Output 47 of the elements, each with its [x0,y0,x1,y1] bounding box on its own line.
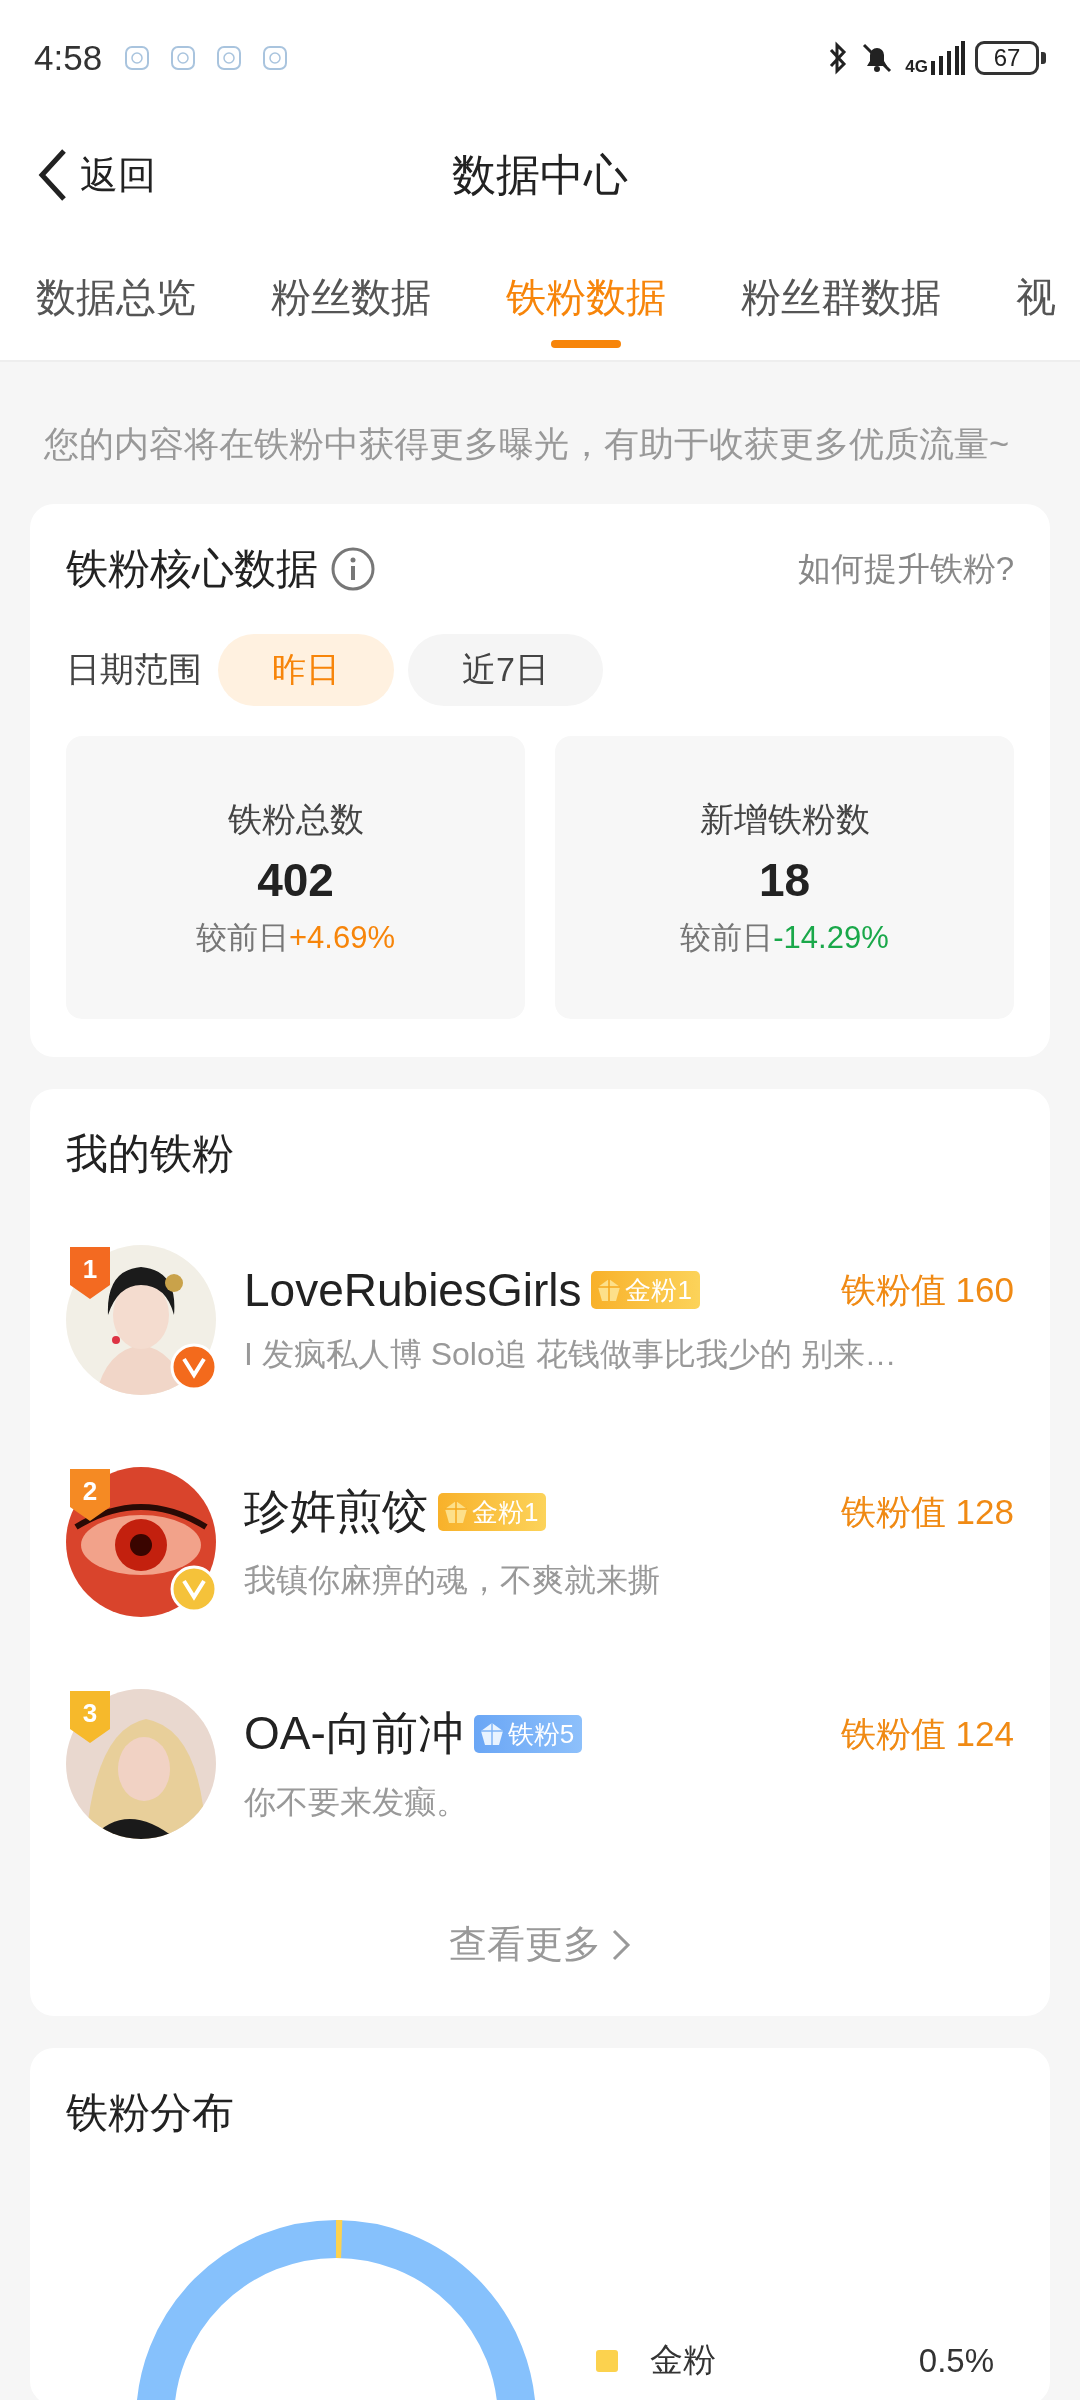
clock: 4:58 [34,37,103,78]
notification-icon [124,44,151,71]
date-range-option[interactable]: 近7日 [408,634,603,706]
rank-badge: 3 [70,1691,110,1743]
stat-value: 18 [758,852,811,907]
section-title: 我的铁粉 [66,1129,234,1179]
tab[interactable]: 数据总览 [36,235,196,360]
section-title: 铁粉分布 [66,2088,234,2138]
stat-label: 新增铁粉数 [699,798,870,840]
tab[interactable]: 粉丝群数据 [741,235,941,360]
rank-badge: 1 [70,1247,110,1299]
fan-level-badge: 金粉1 [438,1493,547,1531]
fan-level-badge: 铁粉5 [473,1715,583,1753]
legend-label: 金粉 [650,2340,716,2380]
section-title: 铁粉核心数据 [66,544,318,594]
info-icon[interactable] [330,546,376,592]
help-link[interactable]: 如何提升铁粉? [797,546,1014,592]
tab[interactable]: 粉丝数据 [271,235,431,360]
fan-score: 铁粉值 124 [840,1712,1014,1755]
stat-change: 较前日+4.69% [196,918,395,957]
legend-value: 0.5% [918,2341,994,2380]
date-range-label: 日期范围 [66,649,202,690]
stat-value: 402 [257,852,334,907]
fan-name[interactable]: OA-向前冲 [244,1703,464,1765]
fan-name[interactable]: 珍姩煎饺 [244,1481,428,1543]
stat-label: 铁粉总数 [227,798,364,840]
fan-bio: I 发疯私人博 Solo追 花钱做事比我少的 别来… [244,1335,898,1374]
fan-name[interactable]: LoveRubiesGirls [244,1263,582,1317]
chevron-right-icon [611,1927,631,1962]
fan-score: 铁粉值 160 [840,1268,1014,1311]
network-label: 4G [905,57,928,75]
fan-level-badge: 金粉1 [591,1271,700,1309]
back-button[interactable]: 返回 [36,147,156,203]
notification-icon [170,44,197,71]
fan-bio: 你不要来发癫。 [244,1783,469,1822]
fan-bio: 我镇你麻痹的魂，不爽就来撕 [244,1561,661,1600]
tab-indicator [551,340,621,348]
page-title: 数据中心 [452,148,628,201]
rank-badge: 2 [70,1469,110,1521]
info-text: 您的内容将在铁粉中获得更多曝光，有助于收获更多优质流量~ [43,424,1011,465]
notification-icon [216,44,243,71]
stat-change: 较前日-14.29% [680,918,889,957]
fan-score: 铁粉值 128 [840,1490,1014,1533]
battery-indicator: 67 [975,40,1046,75]
signal-icon [931,40,965,75]
tab[interactable]: 视 [1016,235,1056,360]
notification-icon [262,44,289,71]
